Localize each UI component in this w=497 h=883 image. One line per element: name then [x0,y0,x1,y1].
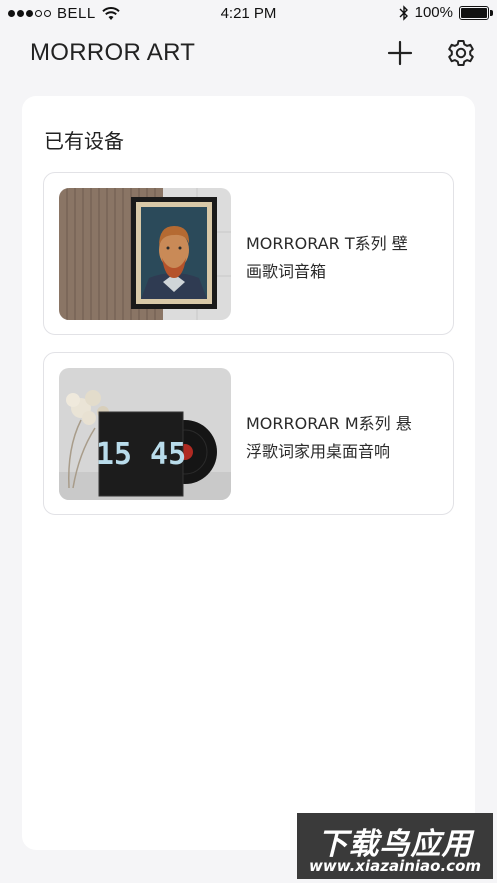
status-bar: BELL 4:21 PM 100% [0,0,497,28]
framed-painting-image [59,188,231,320]
app-title: MORROR ART [30,39,196,66]
device-card-m-series[interactable]: 15 45 MORRORAR M系列 悬 浮歌词家用桌面音响 [43,352,454,515]
device-name: MORRORAR T系列 壁 画歌词音箱 [246,234,408,281]
status-right: 100% [399,4,493,21]
device-panel: 已有设备 MORRORAR T系列 壁 画歌词音箱 15 45 MORRORAR… [22,96,475,850]
settings-button[interactable] [446,38,476,68]
device-name: MORRORAR M系列 悬 浮歌词家用桌面音响 [246,414,412,461]
svg-text:15 45: 15 45 [96,437,186,472]
battery-percentage: 100% [414,4,453,21]
device-card-t-series[interactable]: MORRORAR T系列 壁 画歌词音箱 [43,172,454,335]
bluetooth-icon [399,4,408,21]
device-image: 15 45 [59,368,231,500]
battery-icon [459,5,493,20]
clock-speaker-image: 15 45 [59,368,231,500]
gear-icon [448,40,474,66]
watermark-url: www.xiazainiao.com [308,857,482,875]
plus-icon [387,40,413,66]
app-header: MORROR ART [0,28,497,80]
add-device-button[interactable] [386,39,414,67]
watermark: 下载鸟应用 www.xiazainiao.com [297,813,493,879]
device-image [59,188,231,320]
section-title: 已有设备 [44,129,124,153]
